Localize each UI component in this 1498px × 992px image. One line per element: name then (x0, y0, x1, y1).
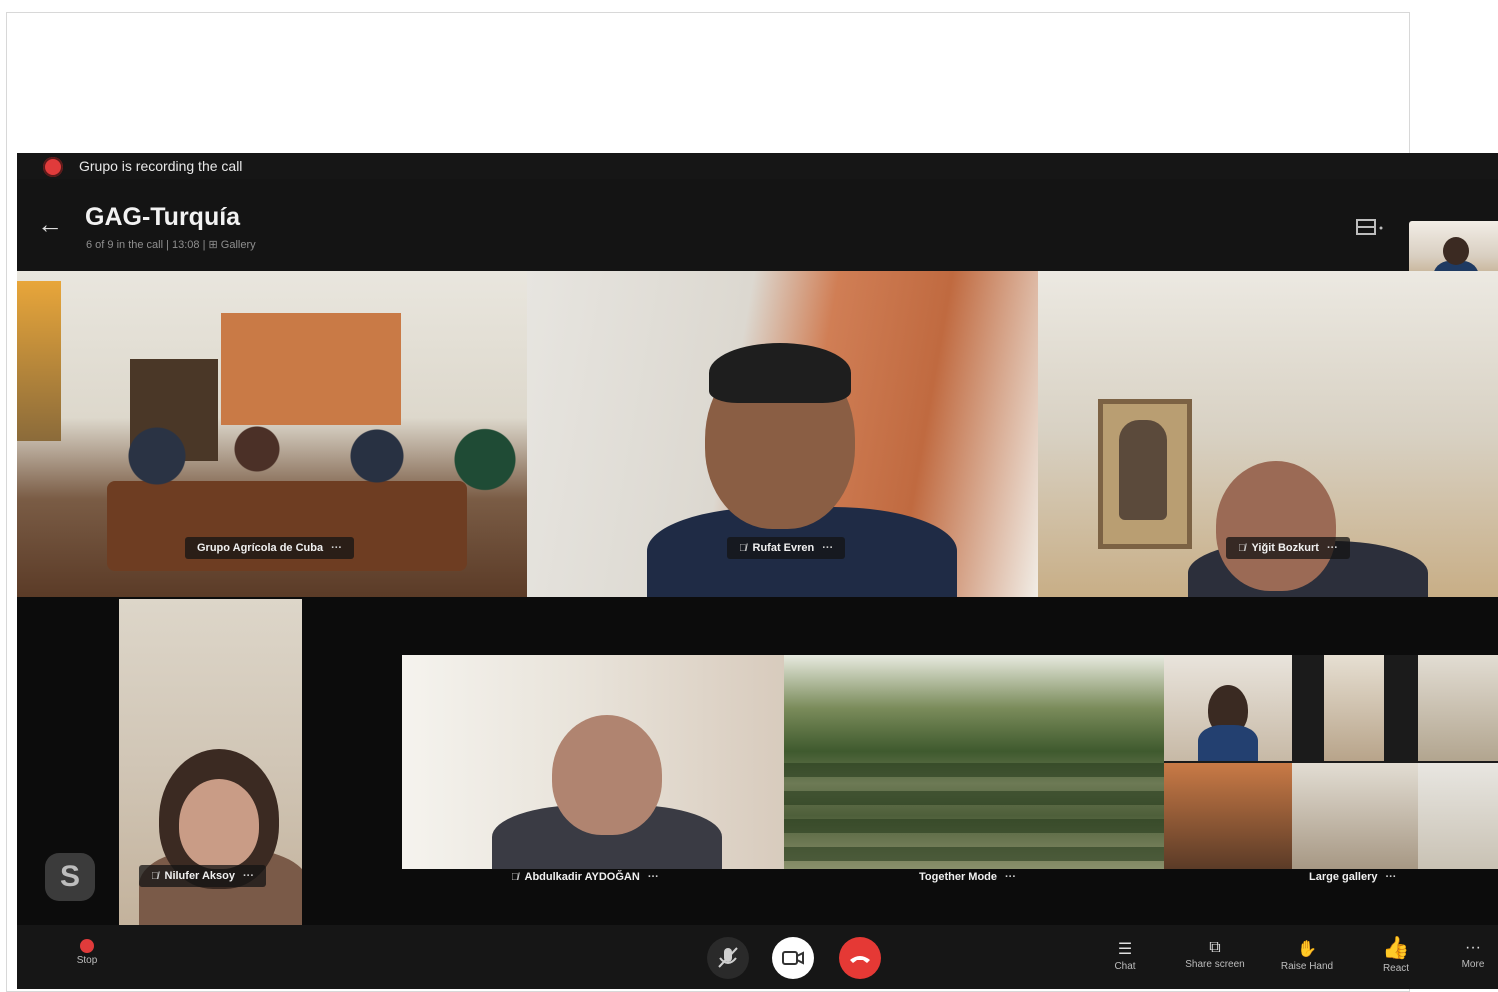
participant-name-tag[interactable]: 🎙̸ Rufat Evren ··· (727, 537, 846, 559)
mic-off-icon: 🎙̸ (739, 543, 747, 554)
more-label: More (1461, 959, 1485, 970)
share-screen-button[interactable]: ⧉ Share screen (1177, 939, 1253, 970)
participant-video-tile[interactable] (402, 655, 784, 869)
skype-call-window: Grupo is recording the call ← GAG-Turquí… (17, 153, 1498, 989)
more-options-icon[interactable]: ··· (331, 542, 342, 554)
mic-off-icon: 🎙̸ (151, 871, 159, 882)
more-options-icon[interactable]: ··· (1005, 871, 1016, 883)
participant-video-tile[interactable]: Grupo Agrícola de Cuba ··· (17, 271, 527, 597)
call-controls: Stop ☰ Chat ⧉ Share screen ✋ Raise Hand … (17, 925, 1498, 989)
more-options-icon: ··· (1465, 939, 1481, 956)
participant-name: Together Mode (919, 871, 998, 883)
skype-logo-icon: S (45, 853, 95, 901)
share-label: Share screen (1185, 959, 1245, 970)
recording-text: Grupo is recording the call (79, 158, 243, 174)
camera-button[interactable] (772, 937, 814, 979)
call-subtitle: 6 of 9 in the call | 13:08 | ⊞ Gallery (86, 239, 256, 251)
stop-recording-button[interactable]: Stop (67, 939, 107, 966)
call-title: GAG-Turquía (85, 203, 241, 231)
share-screen-icon: ⧉ (1209, 939, 1221, 956)
together-mode-tile[interactable] (784, 655, 1164, 869)
participant-name: Large gallery (1309, 871, 1378, 883)
react-label: React (1382, 963, 1410, 974)
participant-name: Rufat Evren (752, 542, 815, 554)
participant-name: Abdulkadir AYDOĞAN (524, 871, 640, 883)
more-button[interactable]: ··· More (1453, 939, 1493, 970)
more-options-icon[interactable]: ··· (648, 871, 659, 883)
participant-name: Nilufer Aksoy (164, 870, 236, 882)
large-gallery-label[interactable]: Large gallery ··· (1297, 866, 1408, 888)
recording-bar: Grupo is recording the call (17, 153, 1498, 179)
participant-name: Yiğit Bozkurt (1251, 542, 1319, 554)
participant-video-tile[interactable]: 🎙̸ Rufat Evren ··· (527, 271, 1038, 597)
mic-off-icon (718, 947, 738, 968)
more-options-icon[interactable]: ··· (1385, 871, 1396, 883)
participant-name-tag[interactable]: 🎙̸ Yiğit Bozkurt ··· (1226, 537, 1350, 559)
mic-off-icon: 🎙̸ (511, 872, 519, 883)
video-camera-icon (782, 951, 804, 965)
hand-icon: ✋ (1297, 941, 1317, 958)
mute-button[interactable] (707, 937, 749, 979)
participant-video-tile[interactable]: 🎙̸ Yiğit Bozkurt ··· (1038, 271, 1498, 597)
hang-up-button[interactable] (839, 937, 881, 979)
layout-icon[interactable] (1354, 215, 1384, 239)
chat-icon: ☰ (1117, 941, 1133, 958)
thumbs-up-icon: 👍 (1382, 935, 1410, 960)
arrow-left-icon[interactable]: ← (37, 209, 63, 240)
raise-hand-label: Raise Hand (1280, 961, 1334, 972)
more-options-icon[interactable]: ··· (1327, 542, 1338, 554)
more-options-icon[interactable]: ··· (243, 870, 254, 882)
participant-name-tag[interactable]: 🎙̸ Abdulkadir AYDOĞAN ··· (499, 866, 671, 888)
raise-hand-button[interactable]: ✋ Raise Hand (1269, 939, 1345, 972)
phone-hangup-icon (850, 956, 870, 963)
participant-video-tile[interactable]: 🎙̸ Nilufer Aksoy ··· (119, 599, 302, 925)
chat-label: Chat (1114, 961, 1136, 972)
participant-name: Grupo Agrícola de Cuba (197, 542, 324, 554)
call-header: ← GAG-Turquía 6 of 9 in the call | 13:08… (17, 179, 1498, 291)
recording-icon (43, 157, 63, 177)
together-mode-label[interactable]: Together Mode ··· (907, 866, 1028, 888)
chat-button[interactable]: ☰ Chat (1105, 939, 1145, 972)
stop-label: Stop (76, 955, 98, 966)
participant-name-tag[interactable]: Grupo Agrícola de Cuba ··· (185, 537, 355, 559)
mic-off-icon: 🎙̸ (1238, 543, 1246, 554)
react-button[interactable]: 👍 React (1373, 935, 1419, 974)
record-icon (80, 939, 94, 953)
more-options-icon[interactable]: ··· (822, 542, 833, 554)
large-gallery-tile[interactable] (1164, 655, 1498, 869)
participant-name-tag[interactable]: 🎙̸ Nilufer Aksoy ··· (139, 865, 267, 887)
